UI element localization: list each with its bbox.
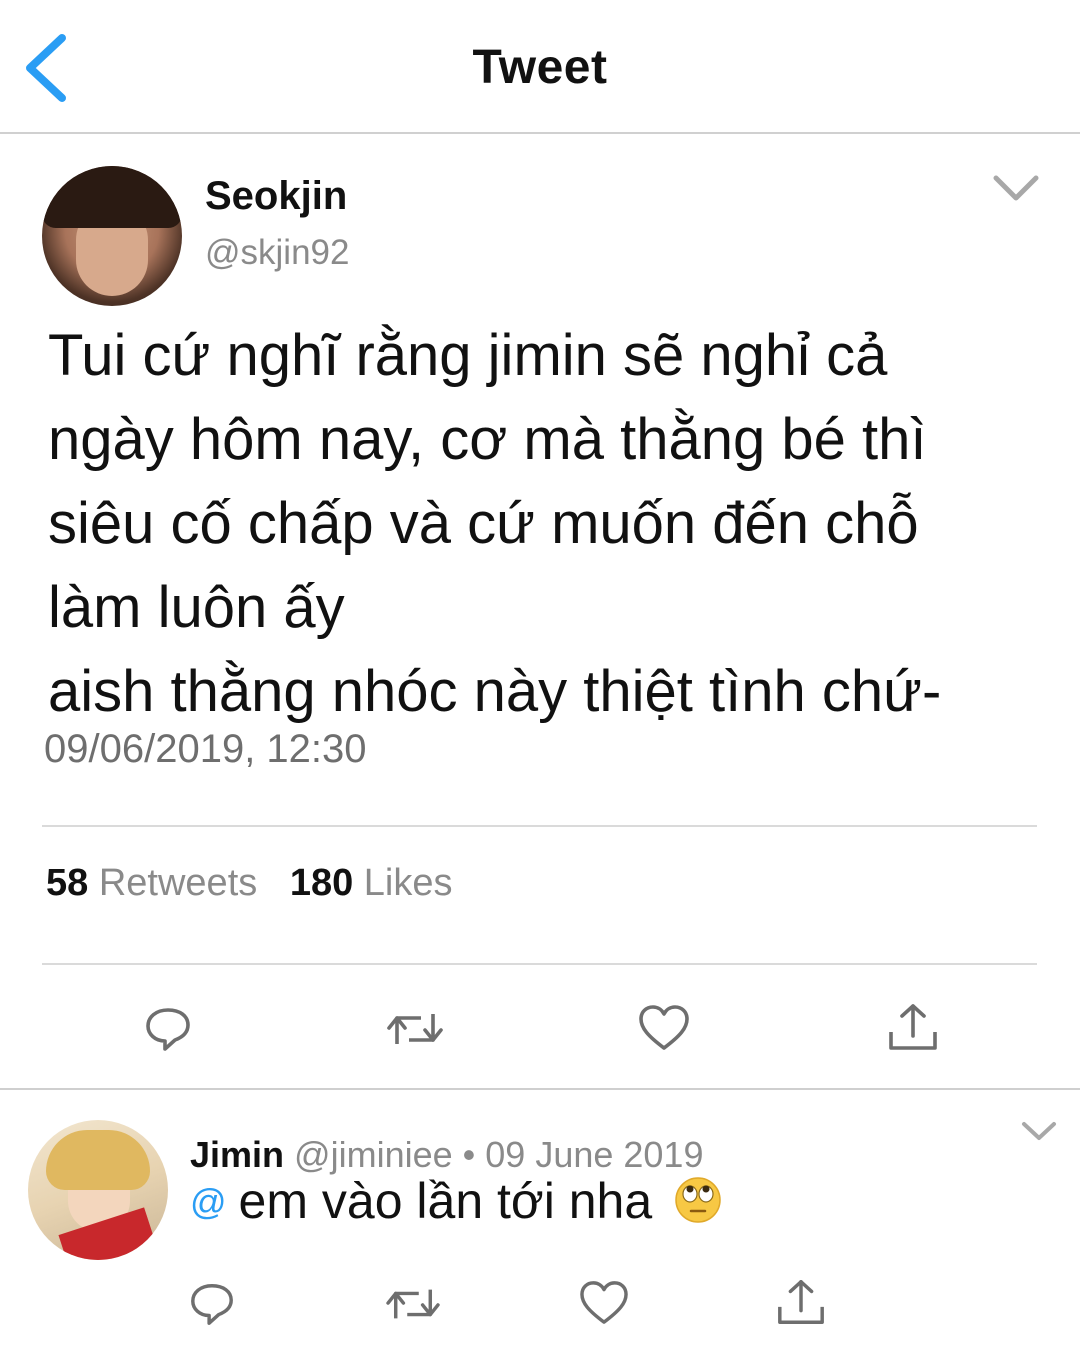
like-button[interactable] — [638, 1004, 690, 1052]
retweets-label: Retweets — [98, 862, 258, 904]
retweets-stat[interactable]: 58 Retweets — [46, 862, 290, 904]
author-handle[interactable]: @skjin92 — [205, 233, 349, 273]
tweet-text-line: siêu cố chấp và cứ muốn đến chỗ — [48, 491, 919, 556]
author-avatar[interactable] — [42, 166, 182, 306]
speech-bubble-icon — [146, 1008, 190, 1051]
reply-like-button[interactable] — [579, 1280, 629, 1326]
likes-stat[interactable]: 180 Likes — [290, 862, 475, 904]
chevron-down-icon — [993, 175, 1039, 201]
divider — [42, 963, 1037, 965]
likes-label: Likes — [363, 862, 453, 904]
reply-text: em vào lần tới nha — [238, 1173, 653, 1229]
speech-bubble-icon — [191, 1284, 233, 1325]
share-button[interactable] — [886, 1000, 940, 1054]
reply-header: Jimin @jiminiee • 09 June 2019 — [190, 1134, 703, 1176]
reply-button[interactable] — [143, 1004, 193, 1054]
likes-count: 180 — [289, 862, 354, 904]
tweet-stats: 58 Retweets 180 Likes — [46, 862, 475, 905]
tweet-text-line: ngày hôm nay, cơ mà thằng bé thì — [48, 407, 927, 472]
tweet-text-line: làm luôn ấy — [48, 575, 345, 640]
retweet-button[interactable] — [385, 1004, 445, 1054]
meta-separator: • — [462, 1134, 476, 1175]
share-icon — [778, 1280, 824, 1324]
reply-retweet-button[interactable] — [384, 1280, 442, 1328]
chevron-down-icon — [1022, 1122, 1056, 1140]
author-name[interactable]: Seokjin — [205, 174, 347, 219]
retweet-icon — [387, 1014, 443, 1044]
reply-author-name[interactable]: Jimin — [190, 1134, 284, 1175]
reply-reply-button[interactable] — [188, 1280, 236, 1328]
share-icon — [889, 1004, 937, 1050]
divider — [0, 1088, 1080, 1090]
retweet-icon — [386, 1289, 440, 1319]
heart-icon — [639, 1005, 689, 1050]
retweets-count: 58 — [46, 862, 89, 904]
tweet-menu-button[interactable] — [990, 170, 1042, 206]
tweet-detail-screen: Tweet Seokjin @skjin92 Tui cứ nghĩ rằng … — [0, 0, 1080, 1351]
reply-share-button[interactable] — [775, 1276, 827, 1328]
reply-author-handle[interactable]: @jiminiee — [294, 1134, 453, 1175]
divider — [42, 825, 1037, 827]
heart-icon — [580, 1281, 628, 1324]
tweet-text-line: aish thằng nhóc này thiệt tình chứ- — [48, 659, 942, 724]
reply-author-avatar[interactable] — [28, 1120, 168, 1260]
tweet-text-line: Tui cứ nghĩ rằng jimin sẽ nghỉ cả — [48, 323, 888, 388]
mention-link[interactable]: @ — [190, 1181, 227, 1222]
reply-date: 09 June 2019 — [485, 1134, 704, 1175]
reply-text-row: @ em vào lần tới nha — [190, 1172, 722, 1230]
tweet-body: Tui cứ nghĩ rằng jimin sẽ nghỉ cả ngày h… — [48, 314, 1058, 734]
reply-menu-button[interactable] — [1020, 1118, 1058, 1144]
page-title: Tweet — [472, 41, 608, 94]
nav-header: Tweet — [0, 0, 1080, 134]
rolling-eyes-emoji-icon — [675, 1177, 721, 1223]
tweet-timestamp: 09/06/2019, 12:30 — [44, 727, 367, 771]
